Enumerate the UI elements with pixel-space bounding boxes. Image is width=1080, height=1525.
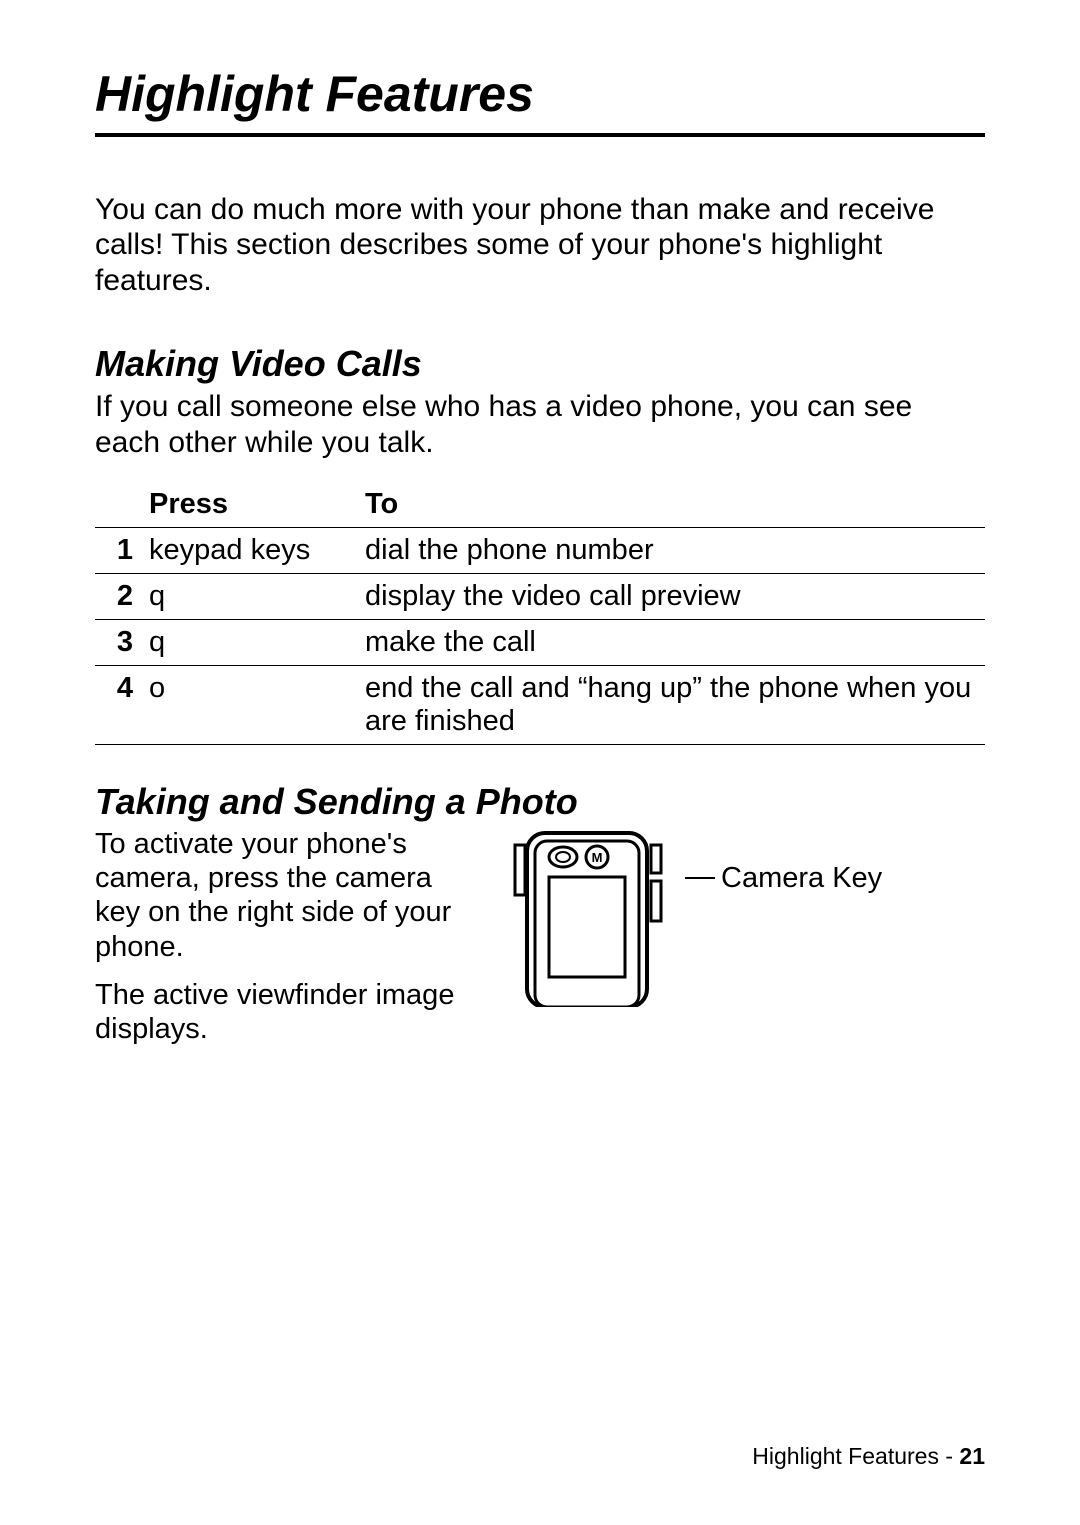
photo-para-2: The active viewfinder image displays. — [95, 978, 475, 1046]
svg-text:M: M — [592, 850, 603, 865]
to-cell: make the call — [357, 619, 985, 665]
section-heading-video-calls: Making Video Calls — [95, 343, 985, 385]
press-cell: q — [141, 619, 357, 665]
page-footer: Highlight Features - 21 — [752, 1443, 985, 1470]
table-header-blank — [95, 484, 141, 528]
phone-icon: M — [505, 827, 685, 1007]
footer-page-number: 21 — [959, 1443, 985, 1469]
page-title: Highlight Features — [95, 65, 985, 123]
to-cell: display the video call preview — [357, 573, 985, 619]
table-row: 3 q make the call — [95, 619, 985, 665]
table-header-press: Press — [141, 484, 357, 528]
step-number: 2 — [95, 573, 141, 619]
press-cell: q — [141, 573, 357, 619]
footer-sep: - — [939, 1443, 959, 1469]
footer-section: Highlight Features — [752, 1443, 939, 1469]
table-row: 2 q display the video call preview — [95, 573, 985, 619]
title-rule — [95, 133, 985, 137]
photo-block: To activate your phone's camera, press t… — [95, 827, 985, 1060]
section-intro-video-calls: If you call someone else who has a video… — [95, 389, 985, 460]
press-cell: keypad keys — [141, 527, 357, 573]
step-number: 4 — [95, 665, 141, 744]
table-row: 1 keypad keys dial the phone number — [95, 527, 985, 573]
callout-label: Camera Key — [721, 861, 882, 895]
callout-line — [685, 877, 715, 879]
camera-key-callout: Camera Key — [685, 861, 882, 895]
intro-paragraph: You can do much more with your phone tha… — [95, 192, 985, 298]
press-to-table: Press To 1 keypad keys dial the phone nu… — [95, 484, 985, 745]
step-number: 3 — [95, 619, 141, 665]
step-number: 1 — [95, 527, 141, 573]
press-cell: o — [141, 665, 357, 744]
photo-para-1: To activate your phone's camera, press t… — [95, 827, 475, 964]
table-row: 4 o end the call and “hang up” the phone… — [95, 665, 985, 744]
to-cell: end the call and “hang up” the phone whe… — [357, 665, 985, 744]
to-cell: dial the phone number — [357, 527, 985, 573]
section-heading-photo: Taking and Sending a Photo — [95, 781, 985, 823]
phone-figure: M Camera Key — [505, 827, 882, 1007]
photo-text: To activate your phone's camera, press t… — [95, 827, 475, 1060]
table-header-to: To — [357, 484, 985, 528]
document-page: Highlight Features You can do much more … — [0, 0, 1080, 1525]
